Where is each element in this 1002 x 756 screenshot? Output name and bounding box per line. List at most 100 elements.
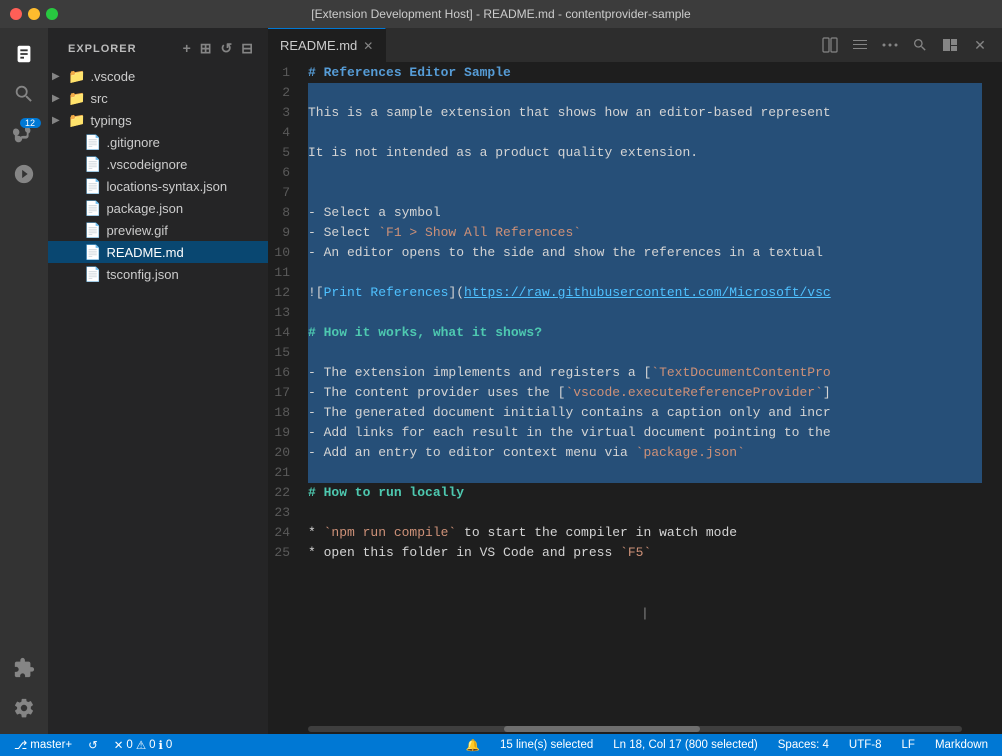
refresh-icon[interactable]: ↺	[219, 38, 236, 59]
code-editor[interactable]: 1 2 3 4 5 6 7 8 9 10 11 12 13 14 15 16 1…	[268, 63, 1002, 724]
branch-indicator[interactable]: ⎇ master+	[10, 734, 76, 756]
scrollbar-track[interactable]	[308, 726, 962, 732]
code-line-2	[308, 83, 982, 103]
line-numbers: 1 2 3 4 5 6 7 8 9 10 11 12 13 14 15 16 1…	[268, 63, 308, 724]
line-8-text: - Select a symbol	[308, 203, 441, 223]
activity-bar: 12	[0, 28, 48, 734]
search-activity-icon[interactable]	[6, 76, 42, 112]
tree-item-locations-syntax[interactable]: ▶ 📄 locations-syntax.json	[48, 175, 268, 197]
extensions-activity-icon[interactable]	[6, 650, 42, 686]
more-actions-icon[interactable]	[876, 31, 904, 59]
tree-item-label: preview.gif	[106, 223, 167, 238]
line-num-6: 6	[268, 163, 298, 183]
new-file-icon[interactable]: +	[181, 38, 194, 59]
tab-readme[interactable]: README.md ✕	[268, 28, 386, 63]
split-editor-icon[interactable]	[816, 31, 844, 59]
tree-item-label: .gitignore	[106, 135, 159, 150]
line-num-4: 4	[268, 123, 298, 143]
tree-item-label: locations-syntax.json	[106, 179, 227, 194]
code-line-1: # References Editor Sample	[308, 63, 982, 83]
spaces-text: Spaces: 4	[778, 739, 829, 751]
collapse-icon[interactable]: ⊟	[239, 38, 256, 59]
code-line-4	[308, 123, 982, 143]
new-folder-icon[interactable]: ⊞	[198, 38, 215, 59]
close-button[interactable]	[10, 8, 22, 20]
line-num-9: 9	[268, 223, 298, 243]
git-branch-icon: ⎇	[14, 738, 27, 752]
git-badge: 12	[25, 118, 41, 128]
language-indicator[interactable]: Markdown	[931, 734, 992, 756]
tree-item-src[interactable]: ▶ 📁 src	[48, 87, 268, 109]
tree-item-vscode[interactable]: ▶ 📁 .vscode	[48, 65, 268, 87]
code-line-5: It is not intended as a product quality …	[308, 143, 982, 163]
line-18-text: - The generated document initially conta…	[308, 403, 831, 423]
selection-info[interactable]: 15 line(s) selected	[496, 734, 597, 756]
line-num-8: 8	[268, 203, 298, 223]
selection-text: 15 line(s) selected	[500, 739, 593, 751]
line-19-text: - Add links for each result in the virtu…	[308, 423, 831, 443]
open-changes-icon[interactable]	[846, 31, 874, 59]
notification-bell[interactable]: 🔔	[462, 734, 484, 756]
tree-item-vscodeignore[interactable]: ▶ 📄 .vscodeignore	[48, 153, 268, 175]
window-title: [Extension Development Host] - README.md…	[311, 7, 690, 21]
status-bar: ⎇ master+ ↺ ✕ 0 ⚠ 0 ℹ 0 🔔 15 line(s) sel…	[0, 734, 1002, 756]
settings-activity-icon[interactable]	[6, 690, 42, 726]
code-line-8: - Select a symbol	[308, 203, 982, 223]
line-num-1: 1	[268, 63, 298, 83]
minimize-button[interactable]	[28, 8, 40, 20]
scrollbar-thumb[interactable]	[504, 726, 700, 732]
line-9-text: - Select `F1 > Show All References`	[308, 223, 581, 243]
tree-item-gitignore[interactable]: ▶ 📄 .gitignore	[48, 131, 268, 153]
line-16-text: - The extension implements and registers…	[308, 363, 831, 383]
line-num-23: 23	[268, 503, 298, 523]
tree-item-package-json[interactable]: ▶ 📄 package.json	[48, 197, 268, 219]
errors-indicator[interactable]: ✕ 0 ⚠ 0 ℹ 0	[110, 734, 177, 756]
code-line-6	[308, 163, 982, 183]
encoding-text: UTF-8	[849, 739, 882, 751]
arrow-icon: ▶	[52, 115, 64, 126]
maximize-button[interactable]	[46, 8, 58, 20]
line-num-16: 16	[268, 363, 298, 383]
cursor-label: |	[643, 603, 646, 623]
code-line-18: - The generated document initially conta…	[308, 403, 982, 423]
info-count: 0	[166, 739, 172, 751]
tree-item-preview-gif[interactable]: ▶ 📄 preview.gif	[48, 219, 268, 241]
horizontal-scrollbar[interactable]	[268, 724, 1002, 734]
line-24-text: * `npm run compile` to start the compile…	[308, 523, 737, 543]
code-line-23	[308, 503, 982, 523]
layout-icon[interactable]	[936, 31, 964, 59]
tree-item-readme[interactable]: ▶ 📄 README.md	[48, 241, 268, 263]
close-editor-icon[interactable]: ✕	[966, 31, 994, 59]
arrow-icon: ▶	[52, 93, 64, 104]
tree-item-tsconfig[interactable]: ▶ 📄 tsconfig.json	[48, 263, 268, 285]
line-ending-indicator[interactable]: LF	[898, 734, 919, 756]
line-3-text: This is a sample extension that shows ho…	[308, 103, 831, 123]
search-editor-icon[interactable]	[906, 31, 934, 59]
code-lines[interactable]: # References Editor Sample This is a sam…	[308, 63, 1002, 724]
line-12-text: ![Print References](https://raw.githubus…	[308, 283, 831, 303]
debug-activity-icon[interactable]	[6, 156, 42, 192]
code-line-3: This is a sample extension that shows ho…	[308, 103, 982, 123]
tab-close-icon[interactable]: ✕	[363, 39, 373, 53]
warning-icon: ⚠	[136, 738, 146, 752]
tree-item-label: package.json	[106, 201, 183, 216]
code-line-12: ![Print References](https://raw.githubus…	[308, 283, 982, 303]
git-activity-icon[interactable]: 12	[6, 116, 42, 152]
line-num-13: 13	[268, 303, 298, 323]
file-icon: 📄	[84, 178, 101, 195]
code-line-24: * `npm run compile` to start the compile…	[308, 523, 982, 543]
files-activity-icon[interactable]	[6, 36, 42, 72]
sync-button[interactable]: ↺	[84, 734, 102, 756]
encoding-indicator[interactable]: UTF-8	[845, 734, 886, 756]
line-25-text: * open this folder in VS Code and press …	[308, 543, 651, 563]
bell-icon: 🔔	[466, 738, 480, 752]
tree-item-typings[interactable]: ▶ 📁 typings	[48, 109, 268, 131]
line-17-text: - The content provider uses the [`vscode…	[308, 383, 831, 403]
cursor-position[interactable]: Ln 18, Col 17 (800 selected)	[609, 734, 761, 756]
indentation-indicator[interactable]: Spaces: 4	[774, 734, 833, 756]
sidebar: Explorer + ⊞ ↺ ⊟ ▶ 📁 .vscode ▶ 📁 src	[48, 28, 268, 734]
line-num-14: 14	[268, 323, 298, 343]
code-line-10: - An editor opens to the side and show t…	[308, 243, 982, 263]
file-icon: 📄	[84, 156, 101, 173]
tree-item-label: typings	[90, 113, 131, 128]
